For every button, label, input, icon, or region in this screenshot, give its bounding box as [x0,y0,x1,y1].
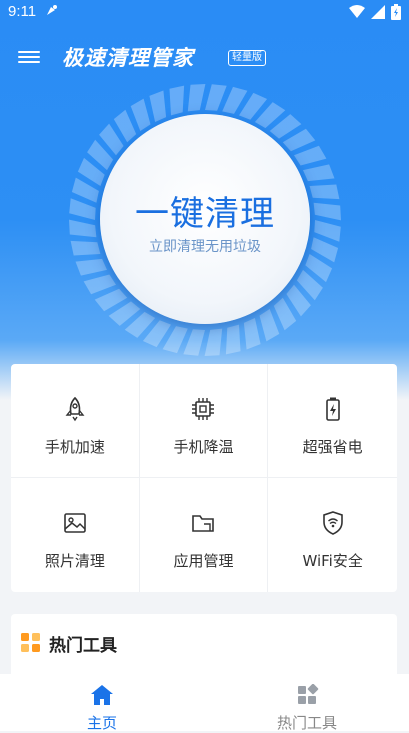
notification-icon [47,5,57,15]
clean-button-title: 一键清理 [135,194,275,234]
version-badge: 轻量版 [228,50,266,66]
hot-tools-icon [21,633,40,652]
ring-blade [225,324,241,355]
hot-tools-section: 热门工具 [11,614,397,674]
ring-blade [130,98,151,131]
app-title: 极速清理管家 [62,46,194,70]
ring-blade [294,145,327,166]
ring-blade [169,85,185,116]
ring-blade [187,84,206,112]
battery-icon [391,4,401,20]
tab-hot-tools-label: 热门工具 [276,714,337,732]
rocket-icon [65,396,85,422]
status-time: 9:11 [8,3,37,20]
one-click-clean-button[interactable]: 一键清理 立即清理无用垃圾 [100,114,310,324]
tool-label: 照片清理 [44,552,105,570]
tool-label: 手机降温 [173,438,234,456]
tool-phone-boost[interactable]: 手机加速 [11,364,140,478]
ring-blade [183,329,205,356]
ring-blade [313,202,341,221]
hot-tools-title: 热门工具 [49,636,117,656]
ring-blade [149,90,167,122]
tool-wifi-security[interactable]: WiFi安全 [268,478,397,592]
tool-power-save[interactable]: 超强省电 [268,364,397,478]
folder-icon [192,515,215,532]
app-bar: 极速清理管家 轻量版 [0,38,409,78]
clean-button-subtitle: 立即清理无用垃圾 [149,239,261,255]
tool-label: 应用管理 [173,552,234,570]
ring-blade [69,198,96,220]
ring-blade [75,258,107,276]
ring-blade [314,220,341,242]
status-bar: 9:11 [0,0,409,26]
ring-blade [70,240,101,256]
tool-label: 手机加速 [44,438,105,456]
ring-blade [309,184,340,200]
tab-home-label: 主页 [86,714,117,732]
tool-phone-cool[interactable]: 手机降温 [139,364,269,478]
ring-blade [303,164,335,182]
ring-blade [83,274,116,295]
chip-icon [192,398,215,420]
tool-label: WiFi安全 [302,552,363,570]
home-icon [91,685,113,705]
ring-blade [69,219,97,238]
ring-blade [259,309,280,342]
tool-app-manage[interactable]: 应用管理 [140,478,269,592]
grid-icon [298,684,319,704]
image-icon [64,513,86,533]
header-hero: 9:11 极速清理管家 轻量版 一键清理 立即清理无用垃圾 [0,0,409,400]
tool-label: 超强省电 [302,438,363,456]
signal-icon [371,5,385,19]
ring-blade [205,84,227,111]
tool-grid: 手机加速 手机降温 超强省电 照片清理 应用管理 WiFi安全 [11,364,397,592]
wifi-shield-icon [322,511,343,535]
battery-charge-icon [325,397,340,421]
tab-hot-tools[interactable]: 热门工具 [205,674,409,732]
tab-home[interactable]: 主页 [0,674,204,732]
ring-blade [204,328,223,356]
tool-photo-clean[interactable]: 照片清理 [11,478,140,592]
menu-icon[interactable] [18,48,40,68]
bottom-tab-bar: 主页 热门工具 [0,674,409,732]
wifi-icon [349,5,365,18]
ring-blade [243,318,261,350]
